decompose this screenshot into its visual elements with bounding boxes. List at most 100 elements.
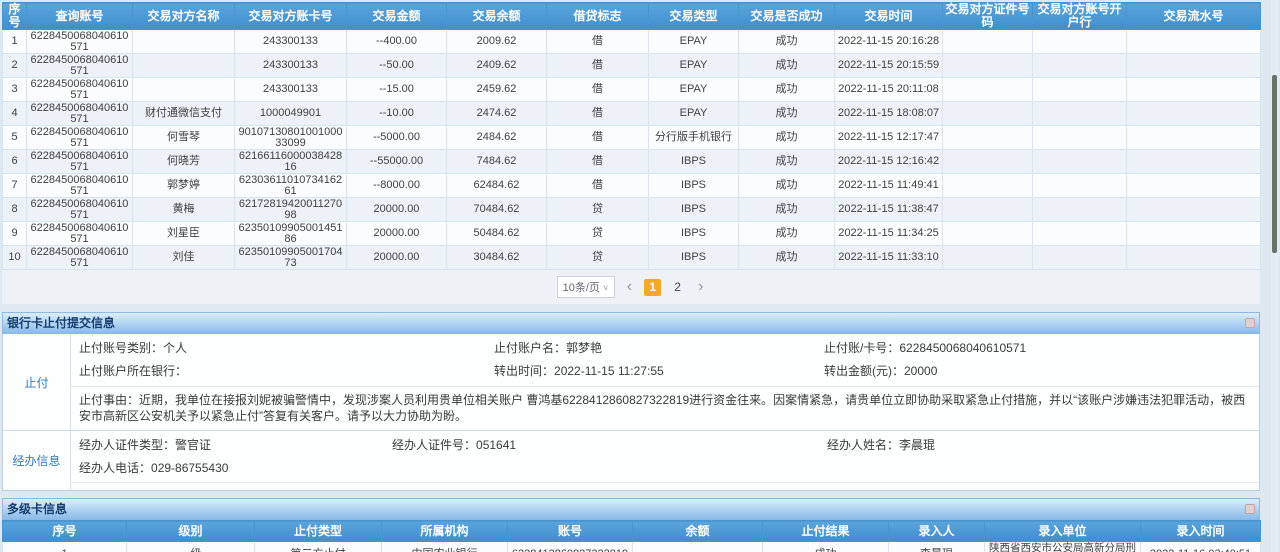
multicard-panel-header: 多级卡信息 <box>2 498 1260 520</box>
multicard-col-3: 所属机构 <box>382 521 508 542</box>
transaction-col-4: 交易金额 <box>347 3 447 30</box>
transaction-cell: 2022-11-15 11:38:47 <box>835 198 943 222</box>
transaction-cell: 8 <box>3 198 27 222</box>
transaction-cell <box>943 222 1033 246</box>
transaction-cell: 10 <box>3 246 27 270</box>
transaction-col-2: 交易对方名称 <box>133 3 235 30</box>
field-label: 经办人电话： <box>79 461 151 475</box>
transaction-cell <box>943 102 1033 126</box>
transaction-row-4[interactable]: 56228450068040610571何雪琴90107130801001000… <box>3 126 1261 150</box>
transaction-cell: EPAY <box>649 54 739 78</box>
transaction-cell: 2022-11-15 12:16:42 <box>835 150 943 174</box>
transaction-cell: 成功 <box>739 126 835 150</box>
collapse-icon[interactable] <box>1245 504 1255 514</box>
transaction-cell: 2009.62 <box>447 30 547 54</box>
transaction-cell: IBPS <box>649 150 739 174</box>
transaction-cell: 5 <box>3 126 27 150</box>
jingban-field-1: 经办人证件号：051641 <box>392 434 827 457</box>
transaction-cell: 何晓芳 <box>133 150 235 174</box>
transaction-col-8: 交易是否成功 <box>739 3 835 30</box>
transaction-cell: 2022-11-15 11:34:25 <box>835 222 943 246</box>
vertical-scrollbar[interactable] <box>1271 0 1278 552</box>
transaction-cell: 7 <box>3 174 27 198</box>
transaction-row-3[interactable]: 46228450068040610571财付通微信支付1000049901--1… <box>3 102 1261 126</box>
transaction-row-8[interactable]: 96228450068040610571刘星臣62350109905001451… <box>3 222 1261 246</box>
jingban-field-0: 经办人证件类型：警官证 <box>79 434 392 457</box>
multicard-col-4: 账号 <box>508 521 633 542</box>
transaction-cell: 成功 <box>739 102 835 126</box>
collapse-icon[interactable] <box>1245 318 1255 328</box>
transaction-row-2[interactable]: 36228450068040610571243300133--15.002459… <box>3 78 1261 102</box>
scrollbar-thumb[interactable] <box>1272 75 1277 253</box>
transaction-cell: 243300133 <box>235 30 347 54</box>
next-page-button[interactable]: › <box>696 279 705 295</box>
transaction-cell: 30484.62 <box>447 246 547 270</box>
transaction-row-7[interactable]: 86228450068040610571黄梅621728194200112709… <box>3 198 1261 222</box>
transaction-cell <box>1127 30 1261 54</box>
page-button-2[interactable]: 2 <box>669 279 686 296</box>
transaction-cell: 20000.00 <box>347 246 447 270</box>
transaction-col-5: 交易余额 <box>447 3 547 30</box>
jingban-group: 经办信息 经办人证件类型：警官证经办人证件号：051641经办人姓名：李晨琨经办… <box>3 430 1259 490</box>
transaction-cell <box>943 246 1033 270</box>
stop-payment-panel-body: 止付 止付账号类别：个人止付账户名：郭梦艳止付账/卡号：622845006804… <box>2 334 1260 491</box>
transaction-cell: 6228450068040610571 <box>27 198 133 222</box>
field-value: 6228450068040610571 <box>899 341 1026 355</box>
transaction-cell: 借 <box>547 78 649 102</box>
jingban-field-2: 经办人姓名：李晨琨 <box>827 434 1259 457</box>
multicard-cell: 6228412860827322819 <box>508 542 633 552</box>
transaction-cell: 6235010990500145186 <box>235 222 347 246</box>
transaction-row-0[interactable]: 16228450068040610571243300133--400.00200… <box>3 30 1261 54</box>
transaction-cell: 6228450068040610571 <box>27 30 133 54</box>
transaction-row-5[interactable]: 66228450068040610571何晓芳62166116000038428… <box>3 150 1261 174</box>
transaction-cell <box>943 126 1033 150</box>
transaction-cell: 6235010990500170473 <box>235 246 347 270</box>
jingban-fields: 经办人证件类型：警官证经办人证件号：051641经办人姓名：李晨琨经办人电话： 0… <box>71 431 1259 481</box>
multicard-col-8: 录入单位 <box>985 521 1141 542</box>
transaction-cell <box>133 78 235 102</box>
chevron-down-icon: ∨ <box>603 283 609 292</box>
multicard-panel: 多级卡信息 序号级别止付类型所属机构账号余额止付结果录入人录入单位录入时间 1一… <box>2 498 1260 552</box>
transaction-cell: 2474.62 <box>447 102 547 126</box>
field-value: 051641 <box>476 438 516 452</box>
transaction-cell: 243300133 <box>235 78 347 102</box>
zhifu-field-0: 止付账号类别：个人 <box>79 337 494 360</box>
zhifu-field-5: 转出金额(元)：20000 <box>824 360 1259 383</box>
transaction-row-1[interactable]: 26228450068040610571243300133--50.002409… <box>3 54 1261 78</box>
multicard-col-9: 录入时间 <box>1141 521 1261 542</box>
transaction-cell: 243300133 <box>235 54 347 78</box>
transaction-cell: --5000.00 <box>347 126 447 150</box>
transaction-cell <box>943 150 1033 174</box>
multicard-table-header: 序号级别止付类型所属机构账号余额止付结果录入人录入单位录入时间 <box>3 521 1261 542</box>
page-size-select[interactable]: 10条/页 ∨ <box>557 276 615 298</box>
multicard-col-1: 级别 <box>127 521 255 542</box>
transaction-cell: 2022-11-15 11:33:10 <box>835 246 943 270</box>
transaction-row-6[interactable]: 76228450068040610571郭梦婷62303611010734162… <box>3 174 1261 198</box>
transaction-cell: 2022-11-15 20:16:28 <box>835 30 943 54</box>
multicard-col-0: 序号 <box>3 521 127 542</box>
transaction-cell: 6228450068040610571 <box>27 102 133 126</box>
transaction-cell <box>1127 246 1261 270</box>
transaction-cell <box>1033 54 1127 78</box>
divider <box>71 482 1259 490</box>
transaction-cell <box>1033 78 1127 102</box>
transaction-cell: 成功 <box>739 246 835 270</box>
pagination-bar: 10条/页 ∨ ‹ 12 › <box>2 270 1260 304</box>
prev-page-button[interactable]: ‹ <box>625 279 634 295</box>
transaction-col-0: 序号 <box>3 3 27 30</box>
transaction-cell <box>1127 102 1261 126</box>
transaction-cell <box>133 30 235 54</box>
field-value: 李晨琨 <box>899 438 935 452</box>
multicard-cell: 2022-11-16 03:40:51 <box>1141 542 1261 552</box>
transaction-cell: 刘星臣 <box>133 222 235 246</box>
multicard-row-0[interactable]: 1一级第三方止付中国农业银行6228412860827322819成功李晨琨陕西… <box>3 542 1261 552</box>
stop-payment-panel: 银行卡止付提交信息 止付 止付账号类别：个人止付账户名：郭梦艳止付账/卡号：62… <box>2 312 1260 491</box>
transaction-cell: --50.00 <box>347 54 447 78</box>
transaction-row-9[interactable]: 106228450068040610571刘佳62350109905001704… <box>3 246 1261 270</box>
transaction-cell <box>1033 222 1127 246</box>
transaction-col-3: 交易对方账卡号 <box>235 3 347 30</box>
page-button-1[interactable]: 1 <box>644 279 661 296</box>
transaction-cell: 70484.62 <box>447 198 547 222</box>
transaction-cell: 借 <box>547 150 649 174</box>
transaction-cell: 6 <box>3 150 27 174</box>
